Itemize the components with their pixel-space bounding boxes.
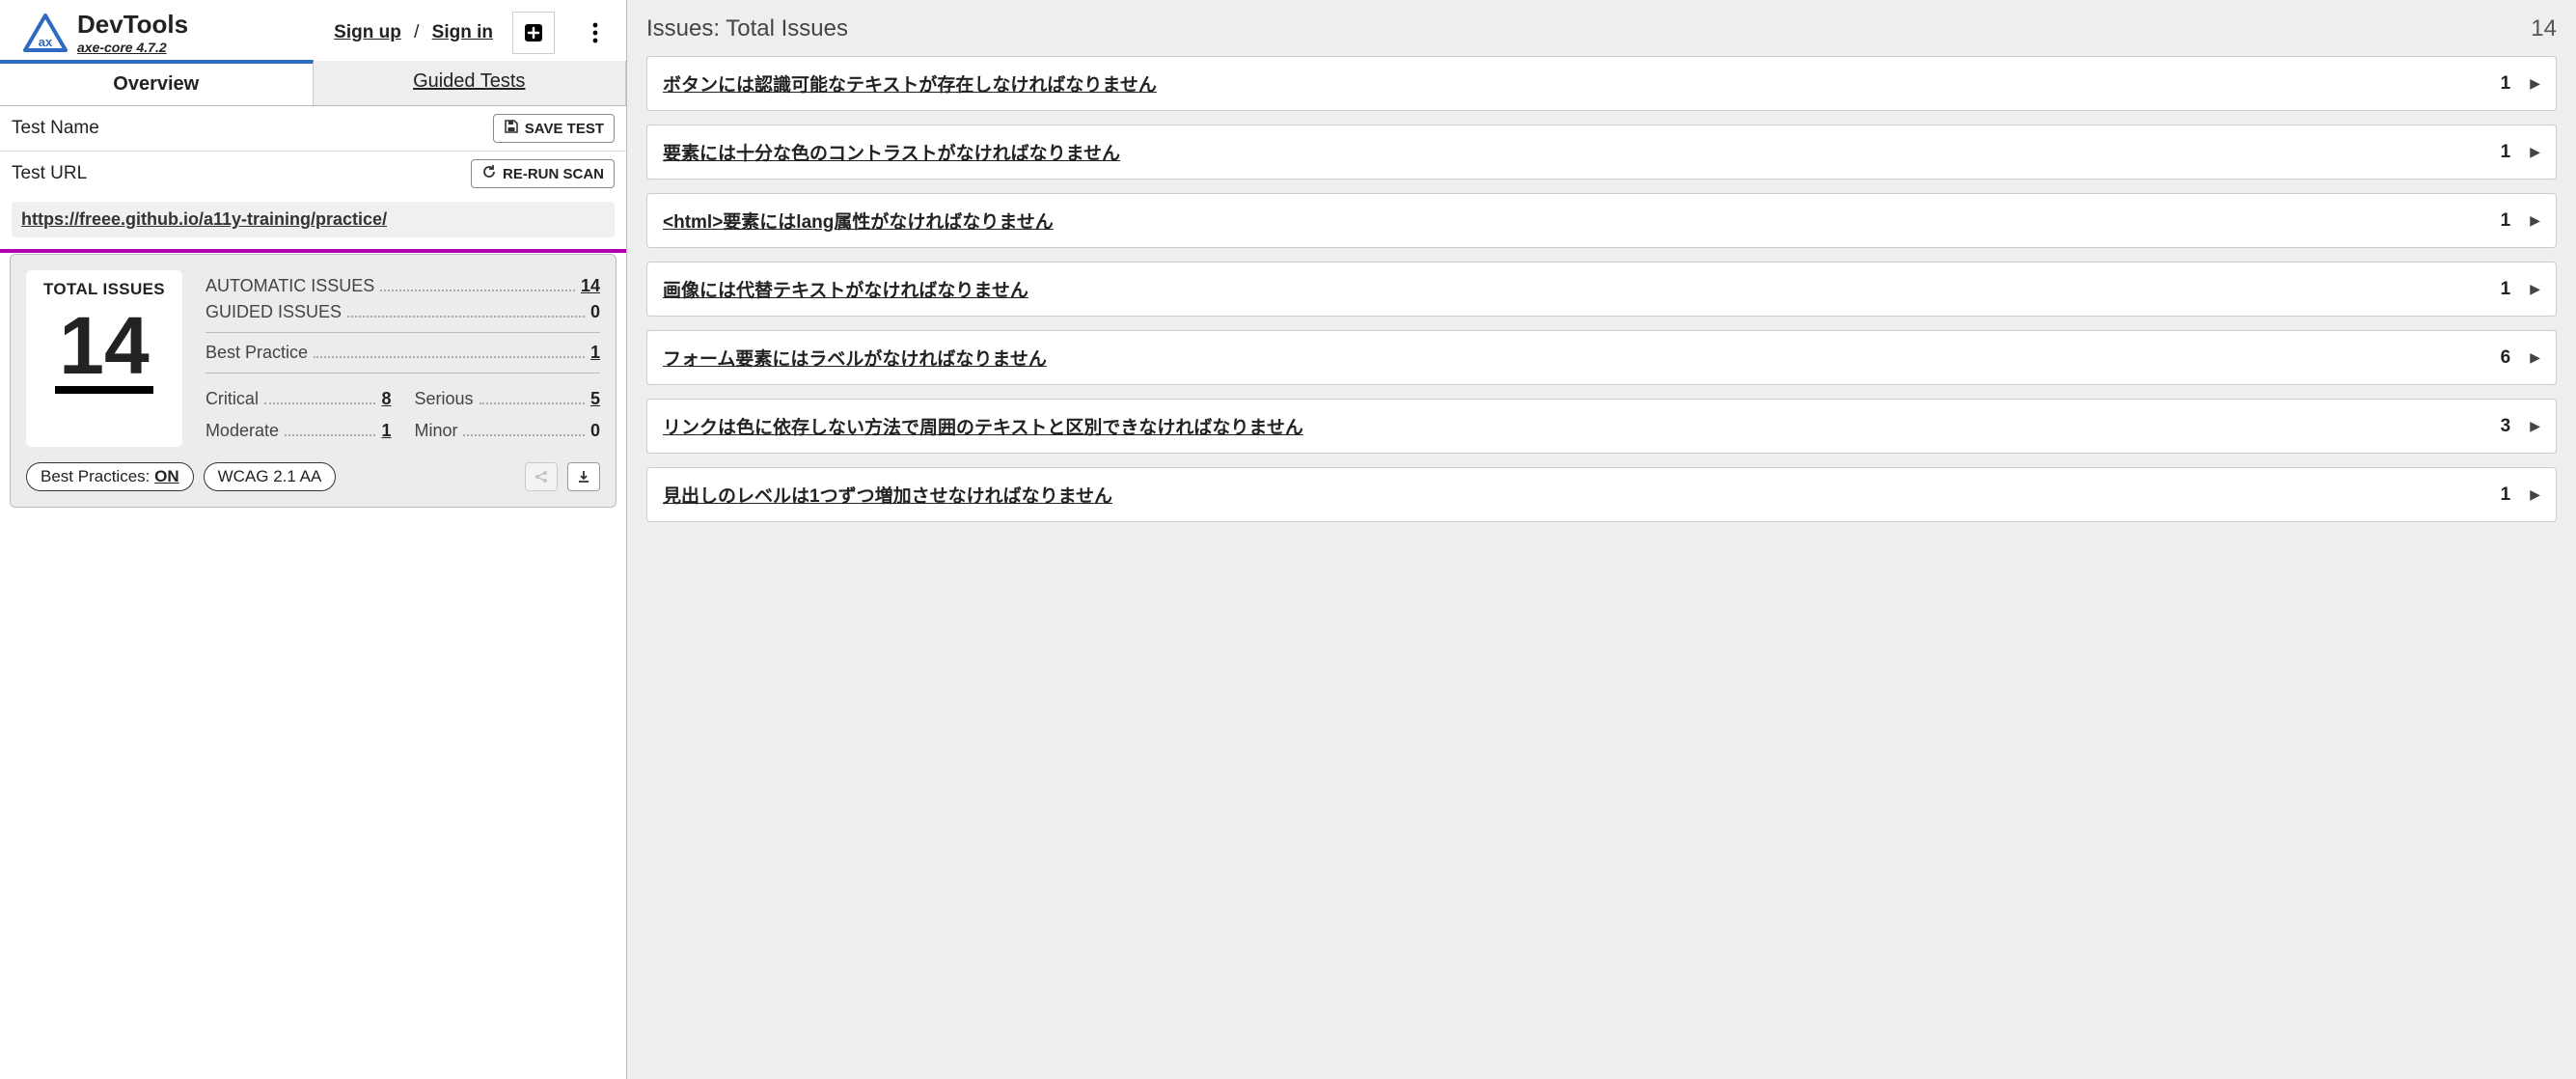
tabs: Overview Guided Tests (0, 61, 626, 106)
issue-card[interactable]: <html>要素にはlang属性がなければなりません1 ▶ (646, 193, 2557, 248)
chevron-right-icon: ▶ (2530, 144, 2540, 160)
brand: ax DevTools axe-core 4.7.2 (23, 10, 188, 55)
wcag-level-pill[interactable]: WCAG 2.1 AA (204, 462, 337, 491)
brand-title: DevTools (77, 10, 188, 40)
brand-subtitle[interactable]: axe-core 4.7.2 (77, 40, 188, 55)
total-issues-card: TOTAL ISSUES 14 (26, 270, 182, 447)
issue-count: 1 (2501, 484, 2511, 506)
issue-title: リンクは色に依存しない方法で周囲のテキストと区別できなければなりません (663, 413, 2501, 439)
add-tab-button[interactable] (512, 12, 555, 54)
bp-toggle-prefix: Best Practices: (41, 467, 154, 485)
issue-card[interactable]: 画像には代替テキストがなければなりません1 ▶ (646, 262, 2557, 317)
auth-links: Sign up / Sign in (334, 22, 493, 43)
issue-count: 3 (2501, 416, 2511, 437)
save-test-button[interactable]: SAVE TEST (493, 114, 615, 143)
refresh-icon (481, 164, 497, 183)
tab-guided-tests[interactable]: Guided Tests (314, 61, 627, 105)
chevron-right-icon: ▶ (2530, 212, 2540, 229)
share-button (525, 462, 558, 491)
issues-list: ボタンには認識可能なテキストが存在しなければなりません1▶要素には十分な色のコン… (646, 56, 2557, 522)
summary-footer: Best Practices: ON WCAG 2.1 AA (26, 462, 600, 491)
svg-text:ax: ax (39, 35, 53, 49)
test-url-row: Test URL RE-RUN SCAN (0, 152, 626, 196)
download-button[interactable] (567, 462, 600, 491)
critical-label: Critical (206, 389, 259, 409)
issues-header: Issues: Total Issues 14 (646, 15, 2557, 42)
summary-wrap: TOTAL ISSUES 14 AUTOMATIC ISSUES 14 GUID… (0, 249, 626, 508)
moderate-label: Moderate (206, 421, 279, 441)
moderate-value[interactable]: 1 (381, 421, 391, 441)
auth-separator: / (414, 22, 419, 42)
issues-header-count: 14 (2531, 15, 2557, 42)
header: ax DevTools axe-core 4.7.2 Sign up / Sig… (0, 0, 626, 61)
issue-title: フォーム要素にはラベルがなければなりません (663, 345, 2501, 371)
issue-title: 画像には代替テキストがなければなりません (663, 276, 2501, 302)
chevron-right-icon: ▶ (2530, 75, 2540, 92)
issue-title: 要素には十分な色のコントラストがなければなりません (663, 139, 2501, 165)
kebab-menu-button[interactable] (574, 12, 617, 54)
issue-count: 1 (2501, 210, 2511, 232)
issue-count: 6 (2501, 347, 2511, 369)
tab-overview[interactable]: Overview (0, 60, 314, 105)
serious-label: Serious (414, 389, 473, 409)
left-pane: ax DevTools axe-core 4.7.2 Sign up / Sig… (0, 0, 627, 1079)
test-url-link[interactable]: https://freee.github.io/a11y-training/pr… (21, 209, 387, 229)
bp-toggle-state: ON (154, 467, 179, 485)
issue-title: <html>要素にはlang属性がなければなりません (663, 208, 2501, 234)
sign-in-link[interactable]: Sign in (432, 22, 493, 42)
issue-title: ボタンには認識可能なテキストが存在しなければなりません (663, 70, 2501, 97)
save-icon (504, 119, 519, 138)
chevron-right-icon: ▶ (2530, 486, 2540, 503)
total-issues-label: TOTAL ISSUES (43, 280, 165, 299)
rerun-scan-label: RE-RUN SCAN (503, 166, 604, 182)
critical-value[interactable]: 8 (381, 389, 391, 409)
best-practices-toggle[interactable]: Best Practices: ON (26, 462, 194, 491)
minor-value: 0 (590, 421, 600, 441)
best-practice-label: Best Practice (206, 343, 308, 363)
axe-logo-icon: ax (23, 14, 68, 52)
chevron-right-icon: ▶ (2530, 349, 2540, 366)
automatic-issues-value[interactable]: 14 (581, 276, 600, 296)
total-issues-value[interactable]: 14 (55, 305, 152, 394)
issue-card[interactable]: 見出しのレベルは1つずつ増加させなければなりません1 ▶ (646, 467, 2557, 522)
test-url-label: Test URL (12, 163, 87, 184)
rerun-scan-button[interactable]: RE-RUN SCAN (471, 159, 615, 188)
minor-label: Minor (414, 421, 457, 441)
issue-count: 1 (2501, 279, 2511, 300)
guided-issues-value: 0 (590, 302, 600, 322)
guided-issues-label: GUIDED ISSUES (206, 302, 342, 322)
issue-card[interactable]: リンクは色に依存しない方法で周囲のテキストと区別できなければなりません3 ▶ (646, 399, 2557, 454)
issue-count: 1 (2501, 142, 2511, 163)
stats: AUTOMATIC ISSUES 14 GUIDED ISSUES 0 Best… (206, 270, 600, 447)
issue-card[interactable]: ボタンには認識可能なテキストが存在しなければなりません1 ▶ (646, 56, 2557, 111)
sign-up-link[interactable]: Sign up (334, 22, 401, 42)
issue-card[interactable]: フォーム要素にはラベルがなければなりません6 ▶ (646, 330, 2557, 385)
chevron-right-icon: ▶ (2530, 281, 2540, 297)
right-pane: Issues: Total Issues 14 ボタンには認識可能なテキストが存… (627, 0, 2576, 1079)
best-practice-value[interactable]: 1 (590, 343, 600, 363)
automatic-issues-label: AUTOMATIC ISSUES (206, 276, 374, 296)
serious-value[interactable]: 5 (590, 389, 600, 409)
issues-header-label: Issues: Total Issues (646, 15, 848, 42)
chevron-right-icon: ▶ (2530, 418, 2540, 434)
test-name-row: Test Name SAVE TEST (0, 106, 626, 152)
issue-card[interactable]: 要素には十分な色のコントラストがなければなりません1 ▶ (646, 124, 2557, 180)
test-name-label: Test Name (12, 118, 99, 139)
issue-title: 見出しのレベルは1つずつ増加させなければなりません (663, 482, 2501, 508)
issue-count: 1 (2501, 73, 2511, 95)
save-test-label: SAVE TEST (525, 121, 604, 137)
test-url-box: https://freee.github.io/a11y-training/pr… (12, 202, 615, 237)
summary-panel: TOTAL ISSUES 14 AUTOMATIC ISSUES 14 GUID… (10, 254, 617, 508)
